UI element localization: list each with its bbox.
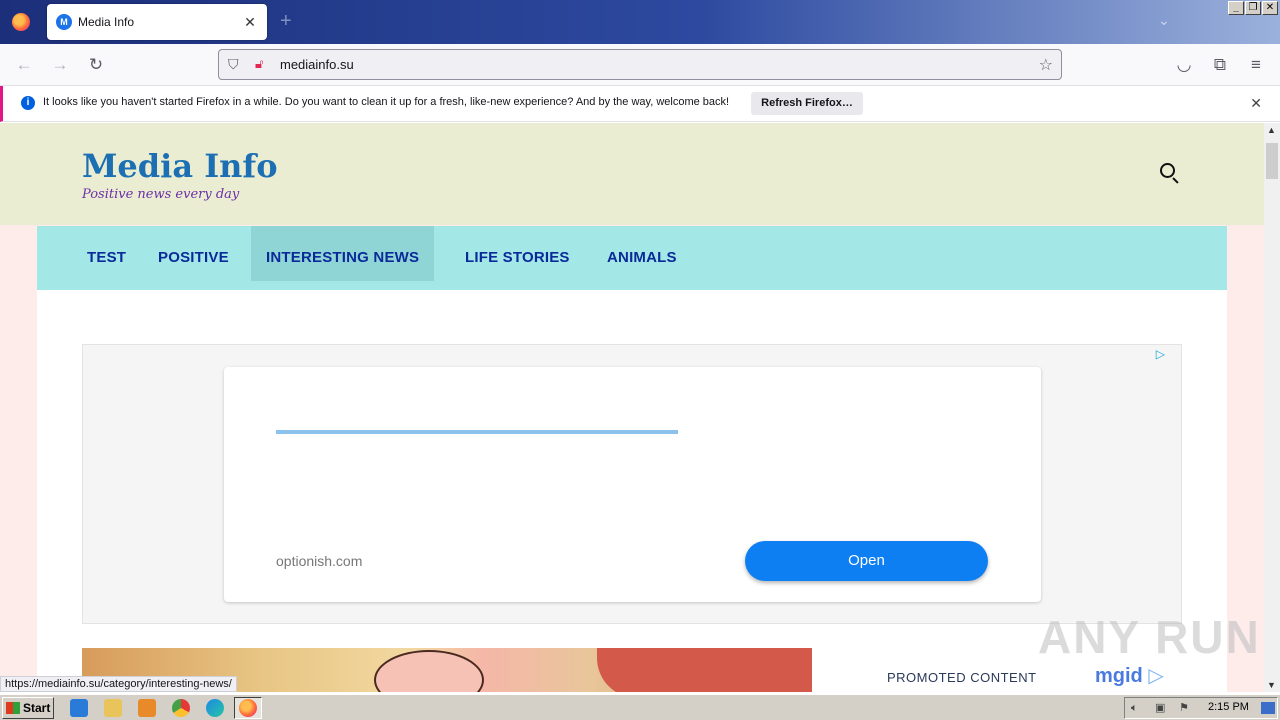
main-navigation-menu: TEST POSITIVE INTERESTING NEWS LIFE STOR… [37, 226, 1227, 290]
windows-taskbar: Start 🔈︎ ▣ ⚑ 2:15 PM [0, 694, 1280, 720]
pocket-icon[interactable]: ◡ [1175, 56, 1193, 74]
advertisement-container: ▷ optionish.com Open [82, 344, 1182, 624]
address-bar[interactable]: ⛉ 🔓︎ mediainfo.su ☆ [218, 49, 1062, 80]
browser-titlebar: M Media Info ✕ + ⌄ _ ❐ ✕ [0, 0, 1280, 44]
menu-item-positive[interactable]: POSITIVE [143, 226, 244, 281]
scroll-down-arrow-icon[interactable]: ▼ [1267, 680, 1276, 690]
edge-icon[interactable] [206, 699, 224, 717]
menu-item-interesting-news[interactable]: INTERESTING NEWS [251, 226, 435, 281]
system-tray: 🔈︎ ▣ ⚑ [1124, 697, 1278, 719]
show-desktop-icon[interactable] [1261, 702, 1275, 714]
browser-tab[interactable]: M Media Info ✕ [47, 4, 267, 40]
anyrun-watermark: ANY RUN [1038, 611, 1261, 663]
action-center-flag-icon[interactable]: ⚑ [1179, 702, 1191, 714]
tab-close-icon[interactable]: ✕ [241, 13, 259, 31]
adchoices-icon[interactable]: ▷ [1156, 347, 1165, 361]
chrome-icon[interactable] [172, 699, 190, 717]
site-favicon-icon: M [56, 14, 72, 30]
refresh-firefox-button[interactable]: Refresh Firefox… [751, 92, 863, 115]
ad-loading-bar [276, 430, 678, 434]
internet-explorer-icon[interactable] [70, 699, 88, 717]
illustration-umbrella [597, 648, 812, 692]
minimize-button[interactable]: _ [1228, 1, 1244, 15]
promoted-content-label: PROMOTED CONTENT [887, 670, 1037, 685]
mgid-brand: mgid [1095, 665, 1143, 687]
status-link-preview: https://mediainfo.su/category/interestin… [0, 676, 237, 692]
firefox-logo-icon [12, 13, 30, 31]
notification-close-icon[interactable]: ✕ [1250, 95, 1262, 112]
site-header: Media Info Positive news every day [0, 123, 1264, 225]
scroll-up-arrow-icon[interactable]: ▲ [1267, 125, 1276, 135]
close-window-button[interactable]: ✕ [1262, 1, 1278, 15]
site-tagline: Positive news every day [82, 187, 240, 202]
firefox-taskbar-button[interactable] [234, 697, 262, 719]
reload-icon[interactable]: ↻ [87, 56, 105, 74]
tab-title: Media Info [78, 15, 135, 29]
window-controls: _ ❐ ✕ [1228, 1, 1278, 15]
menu-item-life-stories[interactable]: LIFE STORIES [450, 226, 585, 281]
menu-item-test[interactable]: TEST [72, 226, 141, 281]
scrollbar-thumb[interactable] [1266, 143, 1278, 179]
info-icon: i [21, 96, 35, 110]
start-button[interactable]: Start [2, 697, 54, 719]
back-arrow-icon[interactable]: ← [15, 56, 33, 74]
illustration-face [374, 650, 484, 692]
media-player-icon[interactable] [138, 699, 156, 717]
mgid-logo[interactable]: mgid ▷ [1095, 663, 1164, 688]
ad-domain: optionish.com [276, 553, 363, 569]
ad-card[interactable]: optionish.com Open [224, 367, 1041, 602]
windows-flag-icon [6, 702, 20, 714]
site-title[interactable]: Media Info [82, 147, 278, 185]
bookmark-star-icon[interactable]: ☆ [1039, 55, 1053, 75]
insecure-lock-icon[interactable]: 🔓︎ [255, 56, 263, 72]
file-explorer-icon[interactable] [104, 699, 122, 717]
firefox-menu-button[interactable] [0, 0, 42, 44]
firefox-icon [239, 699, 257, 717]
restore-button[interactable]: ❐ [1245, 1, 1261, 15]
hamburger-menu-icon[interactable]: ≡ [1247, 56, 1265, 74]
refresh-firefox-notification: i It looks like you haven't started Fire… [0, 86, 1280, 122]
list-all-tabs-chevron-icon[interactable]: ⌄ [1158, 12, 1170, 29]
taskbar-clock[interactable]: 2:15 PM [1208, 701, 1249, 713]
mgid-play-icon: ▷ [1148, 665, 1164, 687]
search-icon-circle [1160, 163, 1175, 178]
network-icon[interactable]: ▣ [1155, 702, 1167, 714]
start-label: Start [23, 701, 51, 715]
navigation-toolbar: ← → ↻ ⛉ 🔓︎ mediainfo.su ☆ ◡ ⧉ ≡ [0, 44, 1280, 86]
menu-item-animals[interactable]: ANIMALS [592, 226, 692, 281]
page-viewport: Media Info Positive news every day TEST … [0, 123, 1264, 692]
notification-message: It looks like you haven't started Firefo… [43, 96, 730, 108]
vertical-scrollbar[interactable]: ▲ ▼ [1264, 123, 1280, 692]
extensions-puzzle-icon[interactable]: ⧉ [1211, 56, 1229, 74]
tracking-protection-shield-icon[interactable]: ⛉ [228, 56, 239, 73]
volume-icon[interactable]: 🔈︎ [1131, 702, 1143, 714]
search-icon-handle [1172, 177, 1179, 184]
new-tab-button[interactable]: + [280, 10, 292, 32]
search-icon[interactable] [1158, 161, 1182, 185]
ad-open-button[interactable]: Open [745, 541, 988, 581]
forward-arrow-icon[interactable]: → [51, 56, 69, 74]
url-text[interactable]: mediainfo.su [280, 57, 354, 72]
